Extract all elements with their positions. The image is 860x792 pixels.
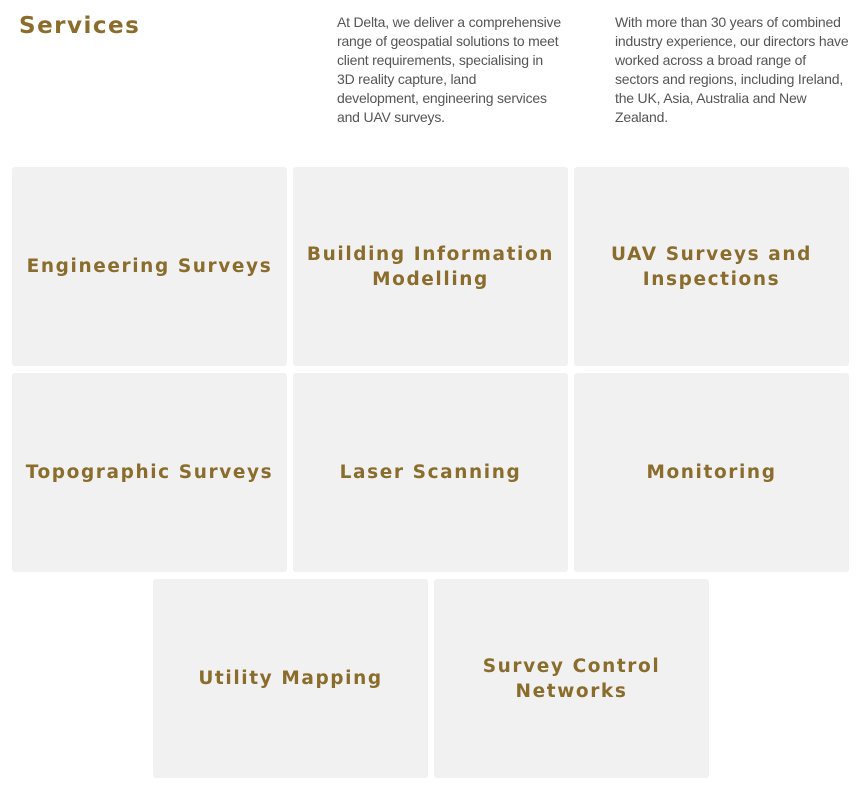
service-card-label: Utility Mapping (198, 668, 383, 689)
service-card-label: Laser Scanning (339, 462, 522, 483)
service-card-laser-scanning[interactable]: Laser Scanning (293, 373, 568, 572)
service-card-label: Topographic Surveys (25, 462, 274, 483)
service-card-label: Building Information Modelling (306, 243, 555, 290)
service-card-survey-control-networks[interactable]: Survey Control Networks (434, 579, 709, 778)
service-card-monitoring[interactable]: Monitoring (574, 373, 849, 572)
service-card-utility-mapping[interactable]: Utility Mapping (153, 579, 428, 778)
service-card-topographic-surveys[interactable]: Topographic Surveys (12, 373, 287, 572)
intro-paragraph-experience: With more than 30 years of combined indu… (615, 14, 849, 125)
intro-paragraph-company: At Delta, we deliver a comprehensive ran… (337, 14, 561, 125)
service-card-building-information-modelling[interactable]: Building Information Modelling (293, 167, 568, 366)
service-card-label: UAV Surveys and Inspections (611, 243, 812, 290)
section-title: Services (19, 13, 141, 39)
service-card-uav-surveys[interactable]: UAV Surveys and Inspections (574, 167, 849, 366)
service-card-label: Survey Control Networks (482, 655, 661, 702)
service-card-engineering-surveys[interactable]: Engineering Surveys (12, 167, 287, 366)
service-card-label: Engineering Surveys (26, 256, 273, 277)
service-card-label: Monitoring (646, 462, 777, 483)
